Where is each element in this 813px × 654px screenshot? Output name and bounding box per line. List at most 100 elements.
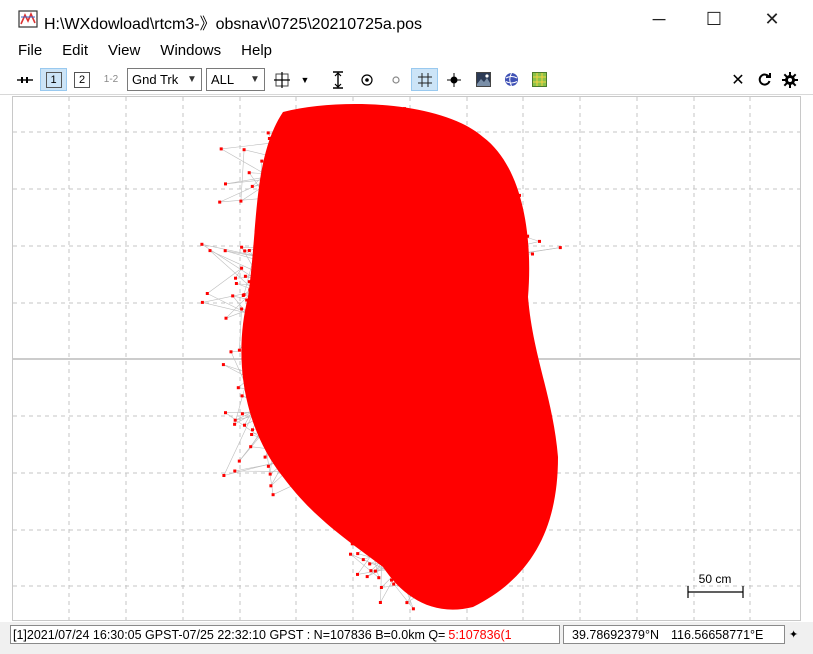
solution-point — [319, 143, 323, 146]
solution-point — [386, 239, 390, 243]
solution-point — [394, 186, 398, 190]
solution-point — [311, 174, 315, 178]
maximize-button[interactable]: ☐ — [691, 0, 737, 38]
solution-point — [450, 435, 454, 438]
solution-point — [292, 149, 296, 152]
solution-point — [315, 381, 319, 385]
plot-type-select[interactable]: Gnd Trk ▼ — [127, 68, 202, 91]
settings-icon[interactable] — [779, 68, 801, 91]
solution-point — [435, 496, 439, 500]
solution-point — [409, 417, 413, 421]
solution-point — [422, 202, 426, 206]
track-icon[interactable] — [14, 68, 36, 91]
solution-point — [335, 273, 339, 277]
plot-12-button[interactable]: 1-2 — [99, 68, 123, 91]
solution-point — [329, 450, 333, 454]
plot-1-label: 1 — [45, 71, 62, 88]
solution-point — [394, 193, 398, 197]
solution-point — [378, 197, 382, 201]
solution-point — [278, 445, 282, 449]
solution-point — [389, 569, 393, 573]
solution-point — [380, 545, 384, 549]
solution-point — [372, 277, 376, 281]
image-icon[interactable] — [471, 68, 495, 91]
solution-point — [307, 333, 311, 337]
solution-point — [441, 212, 445, 216]
solution-point — [315, 230, 319, 234]
solution-point — [361, 388, 365, 392]
solution-point — [348, 426, 352, 429]
map-icon[interactable] — [527, 68, 551, 91]
close-icon[interactable]: ✕ — [727, 68, 749, 91]
globe-icon[interactable] — [499, 68, 523, 91]
solution-point — [389, 215, 393, 219]
plot-2-button[interactable]: 2 — [70, 68, 94, 91]
solution-point — [378, 185, 382, 189]
solution-point — [347, 336, 351, 340]
solution-point — [420, 280, 424, 284]
solution-point — [342, 163, 346, 167]
menu-file[interactable]: File — [8, 38, 52, 64]
track-segment — [223, 413, 254, 476]
solution-point — [355, 168, 359, 172]
solution-point — [334, 235, 338, 239]
solution-point — [310, 183, 314, 187]
solution-point — [404, 504, 408, 508]
grid-icon[interactable] — [411, 68, 438, 91]
solution-point — [518, 438, 522, 442]
origin-icon[interactable] — [384, 68, 408, 91]
solution-point — [420, 370, 424, 374]
solution-point — [405, 481, 409, 485]
fit-vertical-icon[interactable] — [326, 68, 350, 91]
ground-track-plot[interactable]: 50 cm — [12, 96, 801, 621]
solution-point — [374, 303, 378, 307]
point-icon[interactable] — [442, 68, 466, 91]
menu-help[interactable]: Help — [231, 38, 282, 64]
close-button[interactable]: ✕ — [749, 0, 795, 38]
solution-point — [382, 216, 386, 220]
solution-point — [343, 326, 346, 330]
menu-windows[interactable]: Windows — [150, 38, 231, 64]
solution-point — [249, 317, 253, 321]
dropdown-arrow-icon[interactable]: ▼ — [296, 68, 314, 91]
solution-point — [341, 439, 345, 442]
solution-point — [382, 438, 386, 442]
solution-point — [393, 212, 397, 215]
solution-point — [322, 318, 326, 322]
solution-point — [266, 203, 270, 207]
solution-point — [518, 193, 521, 197]
solution-point — [348, 314, 352, 318]
solution-point — [316, 392, 320, 396]
solution-point — [356, 572, 359, 576]
solution-point — [412, 429, 416, 433]
solution-point — [363, 449, 367, 453]
center-icon[interactable] — [355, 68, 379, 91]
plot-1-button[interactable]: 1 — [40, 68, 67, 91]
solution-point — [462, 415, 466, 419]
menu-edit[interactable]: Edit — [52, 38, 98, 64]
solution-point — [449, 504, 453, 508]
reload-icon[interactable] — [753, 68, 775, 91]
solution-point — [310, 238, 314, 242]
solution-point — [346, 391, 350, 395]
solution-point — [285, 401, 289, 405]
solution-point — [467, 220, 471, 223]
solution-point — [475, 446, 479, 450]
solution-point — [237, 348, 241, 352]
menu-view[interactable]: View — [98, 38, 150, 64]
crosshair-icon[interactable] — [270, 68, 294, 91]
solution-point — [451, 206, 455, 210]
solution-point — [280, 169, 284, 173]
solution-point — [334, 515, 338, 519]
solution-point — [419, 496, 423, 500]
solution-point — [269, 345, 273, 349]
solution-point — [469, 441, 473, 445]
solution-point — [325, 328, 329, 332]
solution-point — [309, 444, 313, 448]
minimize-button[interactable]: ─ — [636, 0, 682, 38]
sat-filter-select[interactable]: ALL ▼ — [206, 68, 265, 91]
solution-point — [281, 464, 285, 468]
solution-point — [266, 375, 270, 379]
solution-point — [372, 432, 376, 436]
solution-point — [481, 425, 484, 429]
